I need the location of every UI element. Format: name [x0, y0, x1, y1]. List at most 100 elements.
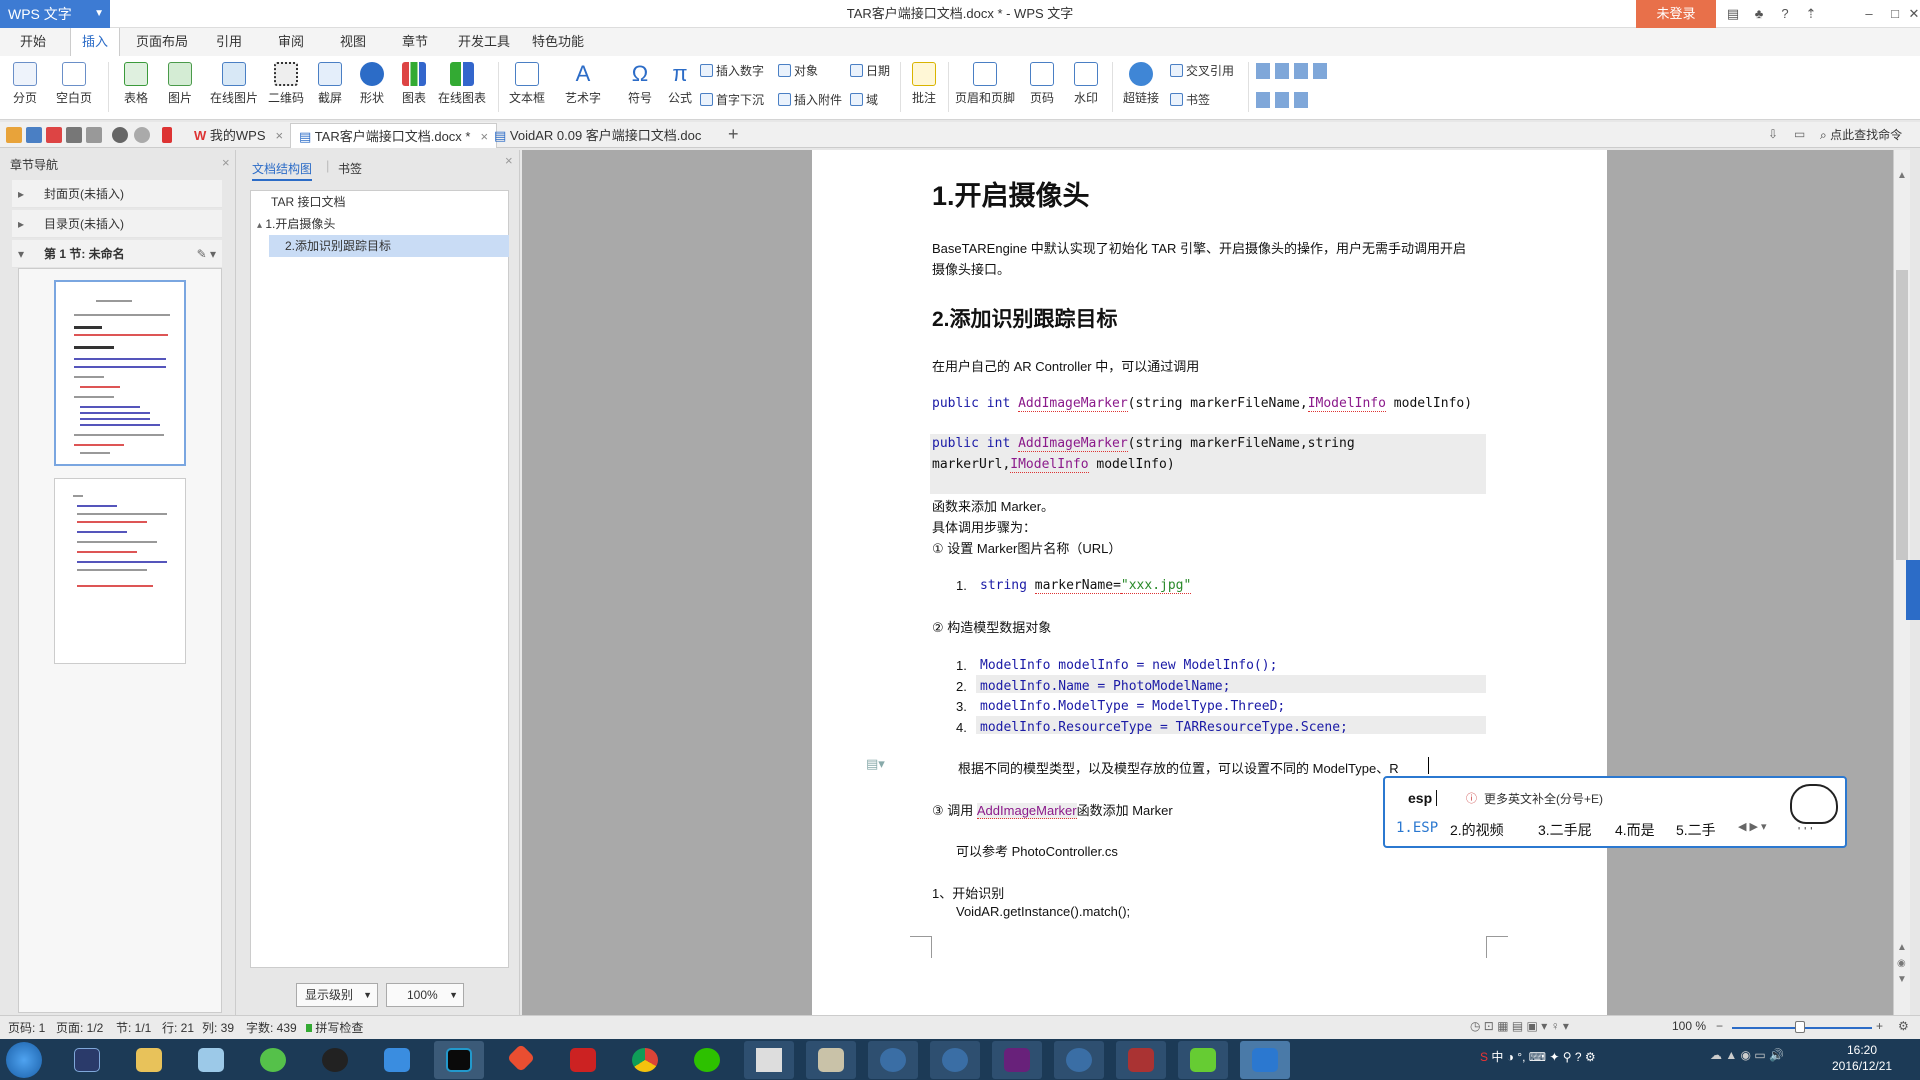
tab-special[interactable]: 特色功能: [526, 28, 590, 56]
taskbar-filezilla[interactable]: [558, 1041, 608, 1079]
scroll-up-icon[interactable]: ▲: [1897, 170, 1907, 181]
taskbar-unity[interactable]: [744, 1041, 794, 1079]
page-thumbnail-2[interactable]: [54, 478, 186, 664]
tab-references[interactable]: 引用: [206, 28, 252, 56]
zoom-out-button[interactable]: −: [1716, 1019, 1723, 1033]
table-button[interactable]: 表格: [116, 60, 156, 116]
close-icon[interactable]: ×: [222, 155, 230, 170]
close-icon[interactable]: ×: [276, 128, 284, 143]
taskbar-eclipse-1[interactable]: [868, 1041, 918, 1079]
taskbar-git[interactable]: [496, 1041, 546, 1079]
login-button[interactable]: 未登录: [1636, 0, 1716, 28]
qrcode-button[interactable]: 二维码: [266, 60, 306, 116]
wordart-button[interactable]: A 艺术字: [560, 60, 606, 116]
picture-button[interactable]: 图片: [160, 60, 200, 116]
tab-insert[interactable]: 插入: [70, 28, 120, 56]
side-panel-handle[interactable]: [1906, 560, 1920, 620]
taskbar-cube-app[interactable]: [62, 1041, 112, 1079]
taskbar-feather-app[interactable]: [372, 1041, 422, 1079]
edit-icon[interactable]: ✎ ▾: [197, 240, 216, 268]
start-button[interactable]: [6, 1042, 42, 1078]
ime-candidate[interactable]: 4.而是: [1615, 820, 1655, 840]
zoom-slider-handle[interactable]: [1795, 1021, 1805, 1033]
taskbar-app-window[interactable]: [806, 1041, 856, 1079]
tab-voidar-doc[interactable]: ▤ VoidAR 0.09 客户端接口文档.doc: [486, 123, 709, 148]
field-button[interactable]: 域: [850, 90, 878, 110]
textbox-button[interactable]: 文本框: [504, 60, 550, 116]
shape-button[interactable]: 形状: [352, 60, 392, 116]
maximize-button[interactable]: □: [1882, 0, 1908, 28]
tab-chapter[interactable]: 章节: [392, 28, 438, 56]
tray-ime[interactable]: S 中 ◑ °, ⌨ ✦ ⚲ ? ⚙: [1480, 1048, 1596, 1065]
symbol-button[interactable]: Ω 符号: [620, 60, 660, 116]
online-picture-button[interactable]: 在线图片: [206, 60, 262, 116]
bookmark-button[interactable]: 书签: [1170, 90, 1210, 110]
ime-candidate[interactable]: 5.二手: [1676, 820, 1716, 840]
taskbar-explorer[interactable]: [124, 1041, 174, 1079]
scrollbar-thumb[interactable]: [1896, 270, 1908, 560]
search-command[interactable]: ⌕ 点此查找命令: [1820, 126, 1902, 143]
taskbar-visual-studio[interactable]: [992, 1041, 1042, 1079]
nav-item-section1[interactable]: ▾ 第 1 节: 未命名 ✎ ▾: [12, 240, 222, 268]
new-tab-icon[interactable]: +: [728, 124, 739, 145]
date-button[interactable]: 日期: [850, 61, 890, 81]
open-folder-icon[interactable]: [6, 127, 22, 143]
zoom-select[interactable]: 100% ▼: [386, 983, 464, 1007]
online-chart-button[interactable]: 在线图表: [434, 60, 490, 116]
form-controls-icon[interactable]: [1256, 63, 1332, 79]
insert-number-button[interactable]: 插入数字: [700, 61, 764, 81]
paste-options-icon[interactable]: ▤▾: [866, 756, 885, 772]
tab-bookmarks[interactable]: 书签: [338, 160, 362, 177]
taskbar-wps-writer[interactable]: [1240, 1041, 1290, 1079]
cross-reference-button[interactable]: 交叉引用: [1170, 61, 1234, 81]
tab-my-wps[interactable]: W 我的WPS ×: [186, 123, 291, 148]
taskbar-eclipse-3[interactable]: [1054, 1041, 1104, 1079]
tree-node-root[interactable]: TAR 接口文档: [271, 191, 345, 213]
close-button[interactable]: ✕: [1908, 0, 1920, 28]
ime-candidate[interactable]: 1.ESP: [1396, 820, 1438, 836]
pin-icon[interactable]: ⇡: [1798, 0, 1824, 28]
minimize-button[interactable]: –: [1856, 0, 1882, 28]
screenshot-button[interactable]: 截屏: [310, 60, 350, 116]
taskbar-house-app[interactable]: [1178, 1041, 1228, 1079]
blank-page-button[interactable]: 空白页: [52, 60, 96, 116]
ime-candidate[interactable]: 2.的视频: [1450, 820, 1504, 840]
help-button[interactable]: ?: [1772, 0, 1798, 28]
taskbar-webstorm[interactable]: [434, 1041, 484, 1079]
skin-icon[interactable]: ▤: [1720, 0, 1746, 28]
shirt-icon[interactable]: ♣: [1746, 0, 1772, 28]
attachment-button[interactable]: 插入附件: [778, 90, 842, 110]
taskbar-image-app[interactable]: [1116, 1041, 1166, 1079]
taskbar-notepad[interactable]: [186, 1041, 236, 1079]
tab-review[interactable]: 审阅: [268, 28, 314, 56]
view-mode-icons[interactable]: ◷ ⊡ ▦ ▤ ▣ ▾ ♀ ▾: [1470, 1019, 1569, 1033]
tree-node-camera[interactable]: ▴ 1.开启摄像头: [257, 213, 335, 235]
close-icon[interactable]: ×: [505, 153, 513, 168]
taskbar-wechat[interactable]: [682, 1041, 732, 1079]
formula-button[interactable]: π 公式: [662, 60, 698, 116]
drop-cap-button[interactable]: 首字下沉: [700, 90, 764, 110]
page-nav-icons[interactable]: ▲ ◉ ▼: [1897, 940, 1907, 988]
undo-icon[interactable]: [112, 127, 128, 143]
hyperlink-button[interactable]: 超链接: [1118, 60, 1164, 116]
watermark-button[interactable]: 水印: [1066, 60, 1106, 116]
taskbar-eclipse-2[interactable]: [930, 1041, 980, 1079]
print-icon[interactable]: [66, 127, 82, 143]
display-level-select[interactable]: 显示级别 ▼: [296, 983, 378, 1007]
zoom-in-button[interactable]: +: [1876, 1019, 1883, 1033]
comment-button[interactable]: 批注: [906, 60, 942, 116]
tab-tar-doc[interactable]: ▤ TAR客户端接口文档.docx * ×: [290, 123, 498, 148]
taskbar-qq[interactable]: [310, 1041, 360, 1079]
object-button[interactable]: 对象: [778, 61, 818, 81]
tab-doc-structure[interactable]: 文档结构图: [252, 160, 313, 181]
page-break-button[interactable]: 分页: [6, 60, 44, 116]
tree-node-marker[interactable]: 2.添加识别跟踪目标: [269, 235, 509, 257]
settings-icon[interactable]: ⚙: [1898, 1019, 1909, 1033]
ime-page-arrows[interactable]: ◀ ▶ ▾: [1738, 820, 1767, 833]
print-preview-icon[interactable]: [86, 127, 102, 143]
nav-item-toc[interactable]: ▸ 目录页(未插入): [12, 210, 222, 238]
form-tools-icon[interactable]: [1256, 92, 1308, 108]
share-icon[interactable]: ⇩: [1768, 127, 1778, 141]
header-footer-button[interactable]: 页眉和页脚: [952, 60, 1018, 116]
export-pdf-icon[interactable]: [46, 127, 62, 143]
